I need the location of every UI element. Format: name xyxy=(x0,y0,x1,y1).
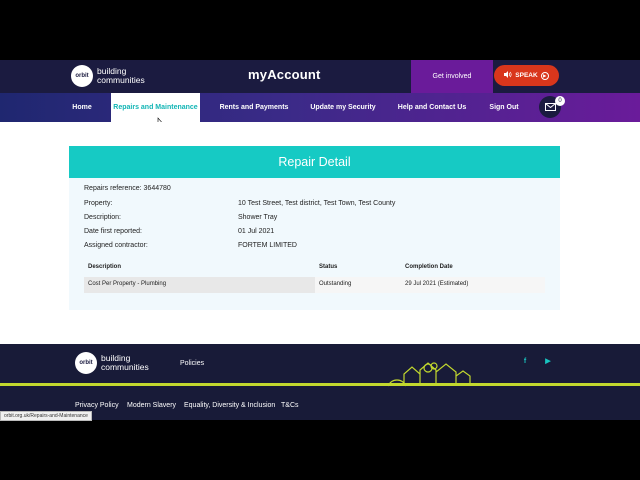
logo-line2: communities xyxy=(97,75,145,85)
property-label: Property: xyxy=(84,200,113,207)
column-header-description: Description xyxy=(88,264,122,270)
envelope-icon xyxy=(544,103,556,111)
nav-item-security[interactable]: Update my Security xyxy=(305,93,381,122)
footer-accent-line xyxy=(0,383,640,386)
facebook-icon[interactable]: f xyxy=(521,357,529,365)
date-reported-label: Date first reported: xyxy=(84,228,142,235)
repair-reference: Repairs reference: 3644780 xyxy=(84,185,171,192)
youtube-icon[interactable]: ▶ xyxy=(544,357,552,365)
orbit-logo[interactable]: orbit building communities xyxy=(71,63,145,89)
description-label: Description: xyxy=(84,214,121,221)
nav-item-sign-out[interactable]: Sign Out xyxy=(484,93,524,122)
footer-terms-link[interactable]: T&Cs xyxy=(281,402,299,409)
footer-logo-mark: orbit xyxy=(75,352,97,374)
row-completion-date: 29 Jul 2021 (Estimated) xyxy=(405,281,469,287)
column-header-completion-date: Completion Date xyxy=(405,264,453,270)
property-value: 10 Test Street, Test district, Test Town… xyxy=(238,200,396,207)
browser-status-url: orbit.org.uk/Repairs-and-Maintenance xyxy=(0,411,92,421)
date-reported-value: 01 Jul 2021 xyxy=(238,228,275,235)
column-header-status: Status xyxy=(319,264,338,270)
logo-text: building communities xyxy=(97,67,145,85)
speak-label: SPEAK xyxy=(515,72,538,79)
footer-logo-text: building communities xyxy=(101,354,149,372)
contractor-value: FORTEM LIMITED xyxy=(238,242,297,249)
get-involved-button[interactable]: Get involved xyxy=(411,60,493,93)
nav-item-rents[interactable]: Rents and Payments xyxy=(214,93,294,122)
logo-mark: orbit xyxy=(71,65,93,87)
app-title: myAccount xyxy=(248,67,321,82)
speaker-icon xyxy=(504,71,512,80)
messages-count-badge: 0 xyxy=(555,96,565,106)
nav-item-home[interactable]: Home xyxy=(62,93,102,122)
houses-illustration-icon xyxy=(386,360,481,393)
speak-button[interactable]: SPEAK ▶ xyxy=(494,65,559,86)
footer-logo-line2: communities xyxy=(101,362,149,372)
play-icon: ▶ xyxy=(540,71,549,80)
row-status: Outstanding xyxy=(319,281,352,287)
footer-equality-link[interactable]: Equality, Diversity & Inclusion xyxy=(184,402,275,409)
row-description: Cost Per Property - Plumbing xyxy=(88,281,167,287)
footer-privacy-link[interactable]: Privacy Policy xyxy=(75,402,119,409)
description-value: Shower Tray xyxy=(238,214,278,221)
footer-orbit-logo[interactable]: orbit building communities xyxy=(75,350,149,376)
footer-policies-link[interactable]: Policies xyxy=(180,360,204,367)
footer-modern-slavery-link[interactable]: Modern Slavery xyxy=(127,402,176,409)
contractor-label: Assigned contractor: xyxy=(84,242,148,249)
repair-detail-heading: Repair Detail xyxy=(69,146,560,178)
nav-item-help[interactable]: Help and Contact Us xyxy=(394,93,470,122)
